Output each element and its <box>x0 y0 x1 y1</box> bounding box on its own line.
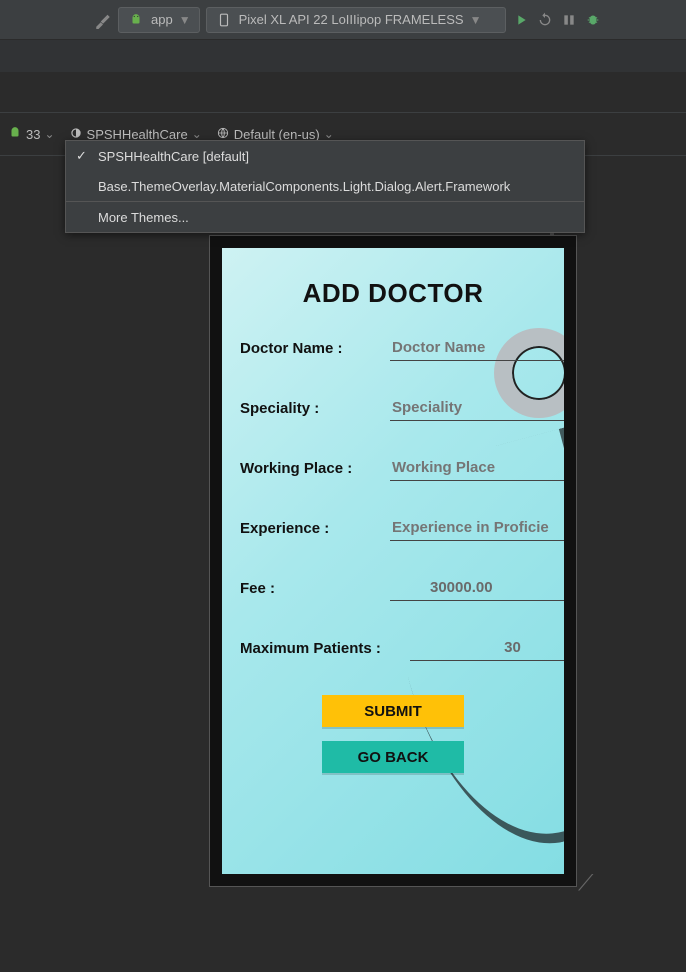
hammer-icon[interactable] <box>94 11 112 29</box>
experience-label: Experience : <box>240 520 390 537</box>
api-level-label: 33 <box>26 127 40 142</box>
chevron-down-icon: ▼ <box>179 13 191 27</box>
form: Doctor Name : Speciality : Working Place… <box>222 335 564 773</box>
stop-icon[interactable] <box>560 11 578 29</box>
doctor-name-label: Doctor Name : <box>240 340 390 357</box>
theme-menu-item[interactable]: SPSHHealthCare [default] <box>66 141 584 171</box>
theme-menu-item[interactable]: Base.ThemeOverlay.MaterialComponents.Lig… <box>66 171 584 201</box>
fee-label: Fee : <box>240 580 390 597</box>
device-preview-frame: ADD DOCTOR Doctor Name : Speciality : Wo… <box>209 235 577 887</box>
resize-handle-icon[interactable]: ⟋ <box>578 870 593 896</box>
android-icon <box>127 11 145 29</box>
chevron-down-icon: ⌄ <box>44 127 54 141</box>
theme-dropdown-menu: SPSHHealthCare [default] Base.ThemeOverl… <box>65 140 585 233</box>
experience-input[interactable] <box>390 515 564 541</box>
run-icon[interactable] <box>512 11 530 29</box>
speciality-label: Speciality : <box>240 400 390 417</box>
sub-toolbar <box>0 40 686 72</box>
android-icon <box>8 126 22 143</box>
theme-menu-item-more[interactable]: More Themes... <box>66 202 584 232</box>
doctor-name-input[interactable] <box>390 335 564 361</box>
top-toolbar: app ▼ Pixel XL API 22 LoIIIipop FRAMELES… <box>0 0 686 40</box>
submit-button[interactable]: SUBMIT <box>322 695 464 727</box>
theme-menu-item-label: Base.ThemeOverlay.MaterialComponents.Lig… <box>98 179 510 194</box>
api-level-selector[interactable]: 33 ⌄ <box>8 121 55 147</box>
max-patients-label: Maximum Patients : <box>240 640 410 657</box>
debug-icon[interactable] <box>584 11 602 29</box>
restart-icon[interactable] <box>536 11 554 29</box>
chevron-down-icon: ⌄ <box>192 127 202 141</box>
max-patients-input[interactable] <box>410 635 564 661</box>
page-title: ADD DOCTOR <box>222 278 564 309</box>
working-place-input[interactable] <box>390 455 564 481</box>
fee-input[interactable] <box>390 575 564 601</box>
speciality-input[interactable] <box>390 395 564 421</box>
app-config-label: app <box>151 12 173 27</box>
phone-screen: ADD DOCTOR Doctor Name : Speciality : Wo… <box>222 248 564 874</box>
theme-menu-item-label: More Themes... <box>98 210 189 225</box>
device-label: Pixel XL API 22 LoIIIipop FRAMELESS <box>239 12 464 27</box>
app-config-dropdown[interactable]: app ▼ <box>118 7 200 33</box>
device-icon <box>215 11 233 29</box>
go-back-button[interactable]: GO BACK <box>322 741 464 773</box>
working-place-label: Working Place : <box>240 460 390 477</box>
device-dropdown[interactable]: Pixel XL API 22 LoIIIipop FRAMELESS ▼ <box>206 7 506 33</box>
chevron-down-icon: ▼ <box>470 13 482 27</box>
chevron-down-icon: ⌄ <box>324 127 334 141</box>
theme-menu-item-label: SPSHHealthCare [default] <box>98 149 249 164</box>
